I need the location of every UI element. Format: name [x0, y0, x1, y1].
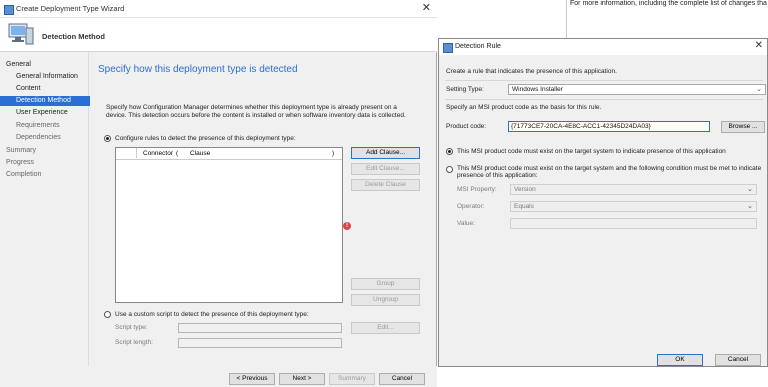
script-length-label: Script length:: [115, 339, 153, 346]
chevron-down-icon: ⌄: [747, 203, 753, 210]
wizard-nav: General General Information Content Dete…: [0, 52, 105, 387]
dialog-separator-2: [445, 99, 763, 100]
group-button[interactable]: Group: [351, 278, 420, 290]
page-heading: Specify how this deployment type is dete…: [98, 64, 298, 75]
product-code-input[interactable]: {71773CE7-20CA-4E8C-ACC1-42345D24DA03}: [508, 121, 710, 132]
error-icon: !: [343, 222, 351, 230]
msi-property-value: Version: [514, 186, 536, 193]
operator-select[interactable]: Equals ⌄: [510, 201, 757, 212]
computer-icon: [8, 23, 34, 45]
wizard-header-title: Detection Method: [42, 32, 105, 41]
msi-property-select[interactable]: Version ⌄: [510, 184, 757, 195]
deployment-type-wizard-window: Create Deployment Type Wizard ✕ Detectio…: [0, 0, 437, 387]
page-description: Specify how Configuration Manager determ…: [106, 104, 406, 119]
script-type-label: Script type:: [115, 324, 148, 331]
nav-progress[interactable]: Progress: [0, 158, 95, 168]
msi-exist-label: This MSI product code must exist on the …: [457, 148, 726, 155]
wizard-window-title: Create Deployment Type Wizard: [16, 4, 125, 13]
dialog-intro: Create a rule that indicates the presenc…: [446, 68, 617, 75]
product-code-label: Product code:: [446, 123, 487, 130]
setting-type-value: Windows Installer: [512, 86, 563, 93]
delete-clause-button[interactable]: Delete Clause: [351, 179, 420, 191]
nav-summary[interactable]: Summary: [0, 146, 95, 156]
setting-type-select[interactable]: Windows Installer ⌄: [508, 84, 766, 95]
configure-rules-label: Configure rules to detect the presence o…: [115, 135, 296, 142]
browse-button[interactable]: Browse ...: [721, 121, 765, 133]
value-input[interactable]: [510, 218, 757, 229]
dialog-separator: [445, 80, 763, 81]
dialog-app-icon: [443, 43, 453, 53]
msi-exist-radio[interactable]: [446, 148, 453, 155]
clause-grid[interactable]: Connector ( Clause ): [115, 147, 343, 303]
wizard-cancel-button[interactable]: Cancel: [379, 373, 425, 385]
col-open-paren[interactable]: (: [176, 150, 178, 157]
col-connector[interactable]: Connector: [143, 150, 173, 157]
msi-intro: Specify an MSI product code as the basis…: [446, 104, 602, 111]
msi-condition-radio[interactable]: [446, 166, 453, 173]
col-close-paren[interactable]: ): [332, 150, 334, 157]
wizard-close-icon[interactable]: ✕: [422, 1, 431, 14]
nav-completion[interactable]: Completion: [0, 170, 95, 180]
background-doc-text: For more information, including the comp…: [570, 0, 767, 7]
configure-rules-radio[interactable]: [104, 135, 111, 142]
dialog-cancel-button[interactable]: Cancel: [715, 354, 761, 366]
script-type-field: [178, 323, 342, 333]
edit-script-button[interactable]: Edit...: [351, 322, 420, 334]
nav-general[interactable]: General: [0, 60, 95, 70]
chevron-down-icon: ⌄: [756, 86, 762, 93]
col-clause[interactable]: Clause: [190, 150, 210, 157]
dialog-title-bar: Detection Rule ✕: [439, 39, 767, 55]
dialog-title: Detection Rule: [455, 43, 501, 50]
next-button[interactable]: Next >: [279, 373, 325, 385]
msi-property-label: MSI Property:: [457, 186, 497, 193]
dialog-close-icon[interactable]: ✕: [755, 40, 763, 51]
detection-rule-dialog: Detection Rule ✕ Create a rule that indi…: [438, 38, 768, 367]
wizard-header: Detection Method: [0, 18, 437, 52]
custom-script-label: Use a custom script to detect the presen…: [115, 311, 309, 318]
chevron-down-icon: ⌄: [747, 186, 753, 193]
setting-type-label: Setting Type:: [446, 86, 484, 93]
grid-row-header: [116, 148, 137, 158]
operator-value: Equals: [514, 203, 534, 210]
summary-button[interactable]: Summary: [329, 373, 375, 385]
clause-grid-header: Connector ( Clause ): [116, 148, 342, 160]
value-label: Value:: [457, 220, 475, 227]
custom-script-radio[interactable]: [104, 311, 111, 318]
background-divider: [566, 0, 567, 38]
wizard-app-icon: [4, 5, 14, 15]
ok-button[interactable]: OK: [657, 354, 703, 366]
edit-clause-button[interactable]: Edit Clause...: [351, 163, 420, 175]
wizard-title-bar: Create Deployment Type Wizard ✕: [0, 0, 437, 18]
add-clause-button[interactable]: Add Clause...: [351, 147, 420, 159]
ungroup-button[interactable]: Ungroup: [351, 294, 420, 306]
msi-condition-label: This MSI product code must exist on the …: [457, 165, 762, 179]
operator-label: Operator:: [457, 203, 485, 210]
script-length-field: [178, 338, 342, 348]
previous-button[interactable]: < Previous: [229, 373, 275, 385]
